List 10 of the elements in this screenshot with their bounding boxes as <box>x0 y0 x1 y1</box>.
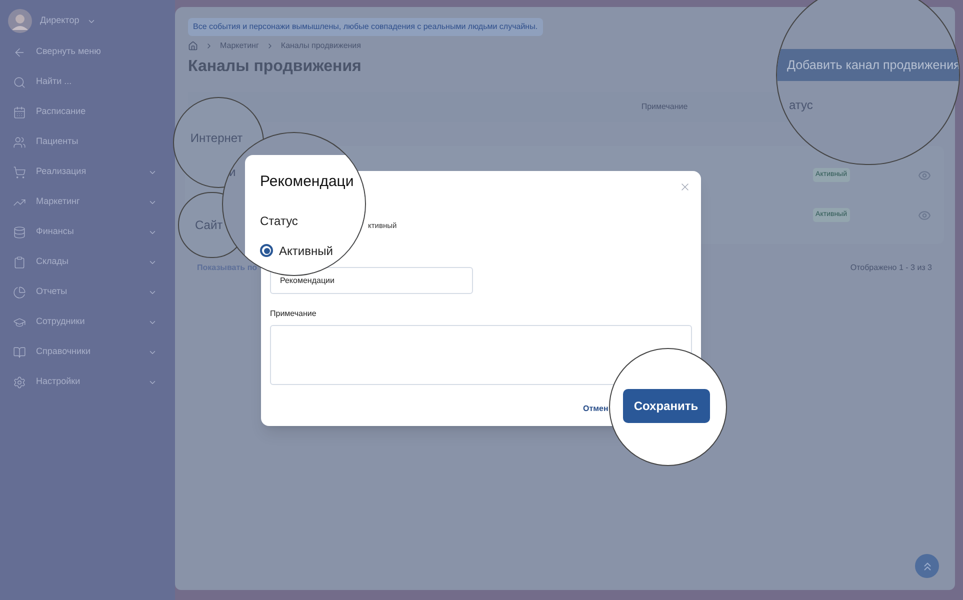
column-header: Примечание <box>641 101 688 113</box>
status-label: Статус <box>260 212 299 230</box>
range-label: Отображено 1 - 3 из 3 <box>850 262 932 274</box>
notice-banner: Все события и персонажи вымышлены, любые совпадения с реальными людьми случайны. <box>188 18 543 36</box>
page-title: Каналы продвижения <box>188 57 362 77</box>
dialog-title: Рекомендаци <box>260 172 355 192</box>
channel-name: Интернет <box>190 130 243 146</box>
column-header: атус <box>789 97 813 114</box>
note-label: Примечание <box>270 308 318 320</box>
channel-name: Сайт <box>195 217 223 234</box>
